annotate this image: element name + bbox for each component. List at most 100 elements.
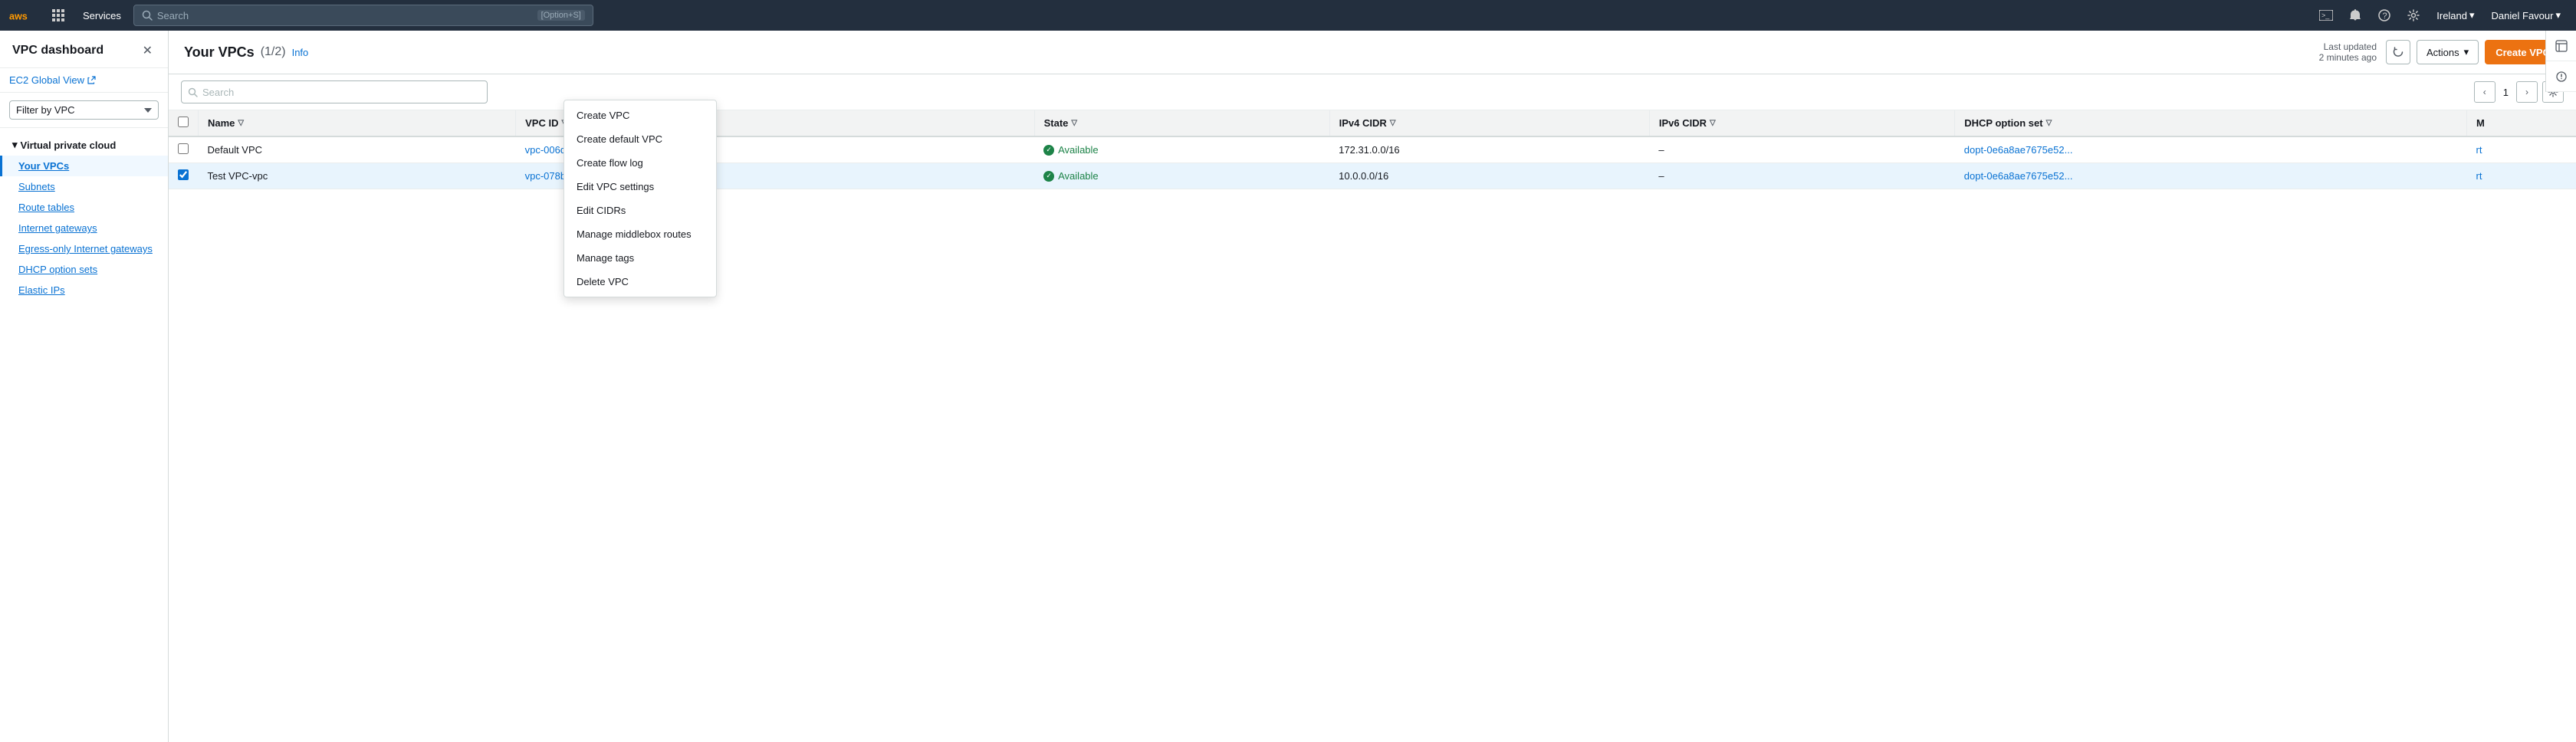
select-all-header[interactable]	[169, 110, 199, 136]
sidebar-close-button[interactable]: ✕	[140, 41, 156, 60]
sidebar-item-internet-gateways[interactable]: Internet gateways	[0, 218, 168, 238]
th-m-label: M	[2476, 117, 2485, 129]
th-ipv6-label: IPv6 CIDR	[1659, 117, 1707, 129]
row-state: ✓ Available	[1034, 136, 1329, 163]
sidebar-section-header[interactable]: ▾ Virtual private cloud	[0, 134, 168, 156]
th-ipv4-cidr[interactable]: IPv4 CIDR▽	[1329, 110, 1649, 136]
nav-right-actions: >_ ? Ireland ▾ Daniel Favour ▾	[2314, 3, 2567, 28]
info-link[interactable]: Info	[292, 47, 309, 58]
table-row[interactable]: Default VPCvpc-006d7f3137ed1b4c1✓Availab…	[169, 136, 2576, 163]
select-all-checkbox[interactable]	[178, 117, 189, 127]
th-ipv4-label: IPv4 CIDR	[1339, 117, 1387, 129]
settings-icon[interactable]	[2401, 3, 2426, 28]
dropdown-item-delete-vpc[interactable]: Delete VPC	[564, 270, 716, 294]
actions-chevron-icon: ▾	[2464, 46, 2469, 58]
dropdown-item-create-vpc[interactable]: Create VPC	[564, 103, 716, 127]
sidebar-item-egress-only-internet-gateways[interactable]: Egress-only Internet gateways	[0, 238, 168, 259]
th-ipv6-cidr[interactable]: IPv6 CIDR▽	[1649, 110, 1954, 136]
sidebar-item-dhcp-option-sets[interactable]: DHCP option sets	[0, 259, 168, 280]
m-link[interactable]: rt	[2476, 144, 2482, 156]
last-updated-info: Last updated 2 minutes ago	[2319, 41, 2377, 63]
row-checkbox[interactable]	[178, 143, 189, 154]
page-title-row: Your VPCs (1/2) Info	[184, 44, 308, 61]
page-title: Your VPCs	[184, 44, 255, 61]
table-search-input[interactable]	[202, 87, 481, 98]
row-m[interactable]: rt	[2467, 163, 2576, 189]
right-side-icons	[2545, 31, 2576, 92]
region-selector[interactable]: Ireland ▾	[2430, 6, 2480, 25]
m-link[interactable]: rt	[2476, 170, 2482, 182]
row-dhcp-option-set[interactable]: dopt-0e6a8ae7675e52...	[1955, 136, 2467, 163]
user-menu[interactable]: Daniel Favour ▾	[2486, 6, 2567, 25]
sort-ipv4-icon: ▽	[1390, 119, 1396, 127]
grid-menu-icon[interactable]	[46, 3, 71, 28]
sidebar-item-elastic-ips[interactable]: Elastic IPs	[0, 280, 168, 300]
status-dot: ✓	[1043, 145, 1054, 156]
actions-button[interactable]: Actions ▾	[2417, 40, 2479, 64]
sidebar-header: VPC dashboard ✕	[0, 31, 168, 68]
bell-icon[interactable]	[2343, 3, 2367, 28]
state-text: Available	[1058, 144, 1099, 156]
sidebar: VPC dashboard ✕ EC2 Global View Filter b…	[0, 31, 169, 742]
ec2-global-view-label: EC2 Global View	[9, 74, 84, 86]
page-number: 1	[2500, 87, 2512, 98]
search-shortcut: [Option+S]	[537, 10, 585, 21]
dropdown-item-manage-tags[interactable]: Manage tags	[564, 246, 716, 270]
table-body: Default VPCvpc-006d7f3137ed1b4c1✓Availab…	[169, 136, 2576, 189]
th-name[interactable]: Name▽	[199, 110, 516, 136]
vpcs-table: Name▽ VPC ID▽ State▽ IPv4 CIDR▽ IPv6 CID…	[169, 110, 2576, 189]
th-m: M	[2467, 110, 2576, 136]
refresh-button[interactable]	[2386, 40, 2410, 64]
row-checkbox[interactable]	[178, 169, 189, 180]
dropdown-item-create-flow-log[interactable]: Create flow log	[564, 151, 716, 175]
section-label: Virtual private cloud	[21, 140, 117, 151]
row-dhcp-option-set[interactable]: dopt-0e6a8ae7675e52...	[1955, 163, 2467, 189]
row-name: Default VPC	[199, 136, 516, 163]
th-name-label: Name	[208, 117, 235, 129]
page-count: (1/2)	[261, 45, 286, 59]
actions-label: Actions	[2426, 47, 2459, 58]
cloud-shell-icon[interactable]: >_	[2314, 3, 2338, 28]
sidebar-filter: Filter by VPC	[0, 93, 168, 128]
sort-state-icon: ▽	[1071, 119, 1077, 127]
state-text: Available	[1058, 170, 1099, 182]
next-page-button[interactable]: ›	[2516, 81, 2538, 103]
aws-logo[interactable]: aws	[9, 6, 37, 25]
external-link-icon	[87, 76, 96, 84]
sidebar-item-your-vpcs[interactable]: Your VPCs	[0, 156, 168, 176]
table-search-wrap[interactable]	[181, 80, 488, 103]
sidebar-item-subnets[interactable]: Subnets	[0, 176, 168, 197]
global-search-input[interactable]	[157, 10, 533, 21]
dropdown-item-edit-cidrs[interactable]: Edit CIDRs	[564, 199, 716, 222]
global-search-bar[interactable]: [Option+S]	[133, 5, 593, 26]
table-header: Name▽ VPC ID▽ State▽ IPv4 CIDR▽ IPv6 CID…	[169, 110, 2576, 136]
right-panel-icon-2[interactable]	[2546, 61, 2576, 92]
dhcp-option-link[interactable]: dopt-0e6a8ae7675e52...	[1964, 144, 2073, 156]
svg-text:?: ?	[2383, 11, 2387, 21]
prev-page-button[interactable]: ‹	[2474, 81, 2496, 103]
th-state[interactable]: State▽	[1034, 110, 1329, 136]
services-nav[interactable]: Services	[77, 7, 127, 25]
ec2-global-view-link[interactable]: EC2 Global View	[9, 74, 159, 86]
dhcp-option-link[interactable]: dopt-0e6a8ae7675e52...	[1964, 170, 2073, 182]
create-vpc-label: Create VPC	[2496, 47, 2550, 58]
row-m[interactable]: rt	[2467, 136, 2576, 163]
dropdown-item-create-default-vpc[interactable]: Create default VPC	[564, 127, 716, 151]
dropdown-item-manage-middlebox-routes[interactable]: Manage middlebox routes	[564, 222, 716, 246]
last-updated-time: 2 minutes ago	[2319, 52, 2377, 63]
row-checkbox-cell[interactable]	[169, 163, 199, 189]
help-icon[interactable]: ?	[2372, 3, 2397, 28]
services-label: Services	[83, 10, 121, 21]
vpc-filter-select[interactable]: Filter by VPC	[9, 100, 159, 120]
top-nav: aws Services [Option+S] >_ ? Ireland ▾ D…	[0, 0, 2576, 31]
user-label: Daniel Favour	[2492, 10, 2554, 21]
th-dhcp-option[interactable]: DHCP option set▽	[1955, 110, 2467, 136]
dropdown-item-edit-vpc-settings[interactable]: Edit VPC settings	[564, 175, 716, 199]
row-checkbox-cell[interactable]	[169, 136, 199, 163]
th-state-label: State	[1044, 117, 1069, 129]
user-chevron: ▾	[2555, 9, 2561, 21]
right-panel-icon-1[interactable]	[2546, 31, 2576, 61]
sort-dhcp-icon: ▽	[2046, 119, 2052, 127]
table-row[interactable]: Test VPC-vpcvpc-078bf7892abda4139✓Availa…	[169, 163, 2576, 189]
sidebar-item-route-tables[interactable]: Route tables	[0, 197, 168, 218]
